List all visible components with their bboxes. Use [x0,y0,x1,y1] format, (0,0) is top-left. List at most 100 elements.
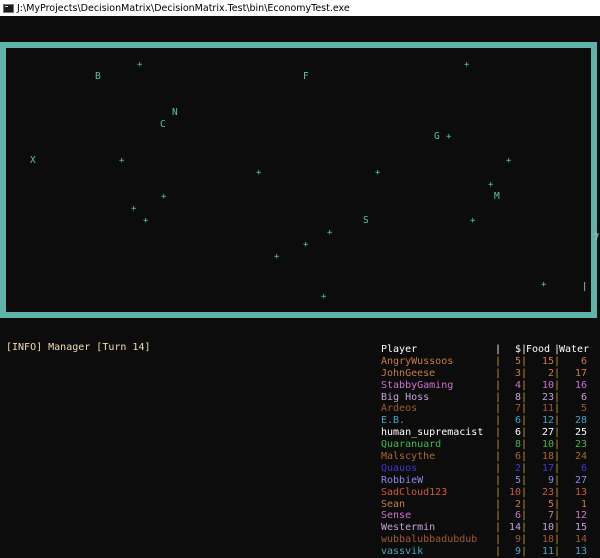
console-area[interactable]: + + + + + + + + + + + + + + + B F N C G … [0,16,600,557]
player-name: JohnGeese [381,367,436,379]
map-label-b: B [95,71,101,82]
map-marker: + [137,60,143,70]
player-water: 28 [574,415,587,427]
player-name: Quauos [381,462,418,474]
map-label-n: N [172,107,178,118]
player-money: 14 [508,522,521,534]
table-row: Quaranuard | 8 | 10 | 23 [381,439,587,451]
map-label-m: M [494,191,500,202]
table-header: Player | $ | Food | Water [381,344,590,356]
player-water: 24 [574,451,587,463]
edge-mark-right: 7 [594,233,600,243]
player-name: Big Hoss [381,391,430,403]
player-food: 11 [541,403,554,415]
player-money: 2 [514,462,521,474]
cell-sep: | [494,403,502,415]
player-name: wubbalubbadubdub [381,534,478,546]
table-row: human_supremacist | 6 | 27 | 25 [381,427,587,439]
player-water: 25 [574,427,587,439]
player-food: 11 [541,546,554,558]
player-food: 23 [541,486,554,498]
map-marker: + [256,168,262,178]
player-money: 5 [514,355,521,367]
player-money: 8 [514,391,521,403]
table-row: Sean | 2 | 5 | 1 [381,499,587,511]
player-money: 6 [514,451,521,463]
table-row: E.B. | 6 | 12 | 28 [381,415,587,427]
player-name: SadCloud123 [381,486,448,498]
cell-sep: | [494,355,502,367]
map-marker-outside: + [541,280,547,290]
player-money: 2 [514,498,521,510]
player-water: 13 [574,546,587,558]
map-marker: + [506,156,512,166]
table-row: wubbalubbadubdub | 9 | 18 | 14 [381,534,587,546]
player-food: 5 [547,498,554,510]
title-bar[interactable]: J:\MyProjects\DecisionMatrix\DecisionMat… [0,0,600,16]
console-app-icon [3,3,14,13]
player-money: 3 [514,367,521,379]
map-marker: + [303,240,309,250]
cell-sep: | [494,391,502,403]
cell-sep: | [494,546,502,558]
player-name: RobbieW [381,474,424,486]
cell-sep: | [494,367,502,379]
map-marker: + [375,168,381,178]
player-name: human_supremacist [381,427,484,439]
table-body: AngryWussoos | 5 | 15 | 6 JohnGeese | 3 | 2 | 17 Stabb… [381,356,587,558]
header-sep: | [494,344,502,355]
player-food: 17 [541,462,554,474]
map-marker: + [161,192,167,202]
player-food: 10 [541,379,554,391]
player-money: 4 [514,379,521,391]
player-water: 6 [580,391,587,403]
table-row: Sense | 6 | 7 | 12 [381,510,587,522]
player-water: 6 [580,355,587,367]
player-food: 10 [541,522,554,534]
player-name: vassvik [381,546,424,558]
table-row: Westermin | 14 | 10 | 15 [381,522,587,534]
edge-mark-bar: | [582,282,588,292]
map-marker-outside: + [321,292,327,302]
player-name: Malscythe [381,451,436,463]
player-food: 10 [541,439,554,451]
header-money: $ [514,344,521,355]
cell-sep: | [494,534,502,546]
player-food: 23 [541,391,554,403]
player-money: 6 [514,415,521,427]
player-name: E.B. [381,415,406,427]
player-food: 18 [541,451,554,463]
player-name: Sense [381,510,412,522]
header-player: Player [381,344,418,355]
map-label-x: X [30,155,36,166]
table-row: JohnGeese | 3 | 2 | 17 [381,368,587,380]
table-row: AngryWussoos | 5 | 15 | 6 [381,356,587,368]
player-money: 5 [514,474,521,486]
table-row: Quauos | 2 | 17 | 6 [381,463,587,475]
map-marker: + [274,252,280,262]
cell-sep: | [494,474,502,486]
player-name: Quaranuard [381,439,442,451]
player-water: 27 [574,474,587,486]
player-water: 16 [574,379,587,391]
table-row: RobbieW | 5 | 9 | 27 [381,475,587,487]
player-water: 23 [574,439,587,451]
player-water: 14 [574,534,587,546]
map-label-s: S [363,215,369,226]
player-food: 27 [541,427,554,439]
player-food: 15 [541,355,554,367]
cell-sep: | [494,510,502,522]
header-water: Water [559,344,590,355]
player-money: 6 [514,510,521,522]
player-water: 13 [574,486,587,498]
cell-sep: | [494,498,502,510]
player-name: AngryWussoos [381,355,454,367]
player-money: 6 [514,427,521,439]
map-frame: + + + + + + + + + + + + + + + B F N C G … [0,42,597,318]
player-food: 2 [547,367,554,379]
player-money: 9 [514,546,521,558]
map-marker: + [446,132,452,142]
player-water: 5 [580,403,587,415]
map-marker: + [119,156,125,166]
window-title: J:\MyProjects\DecisionMatrix\DecisionMat… [17,2,350,14]
